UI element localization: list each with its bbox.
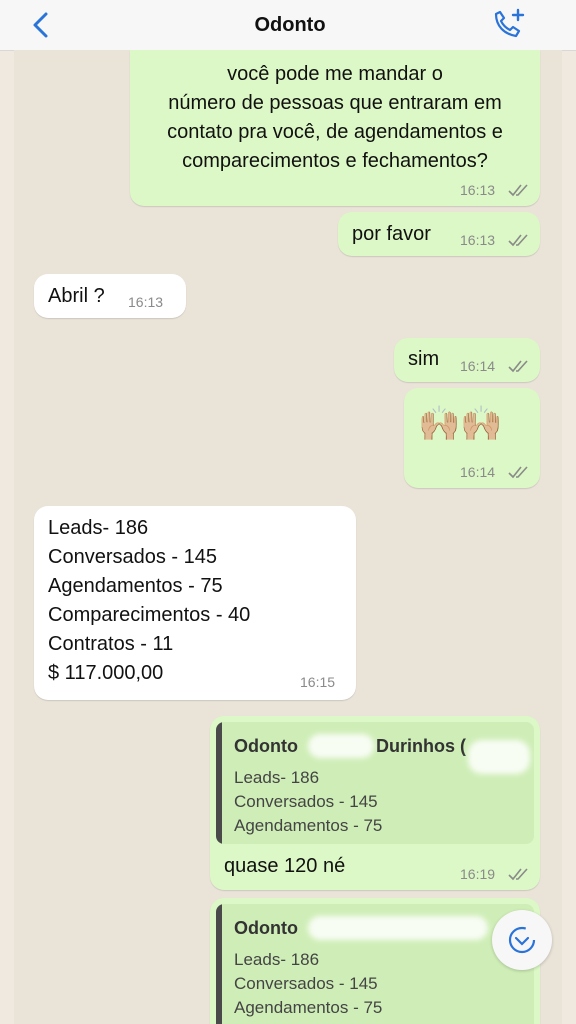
chat-area[interactable]: você pode me mandar o número de pessoas … xyxy=(14,50,562,1024)
message-line: Conversados - 145 xyxy=(48,546,217,568)
incoming-message[interactable]: Abril ? 16:13 xyxy=(34,274,186,318)
outgoing-message[interactable]: Odonto Leads- 186 Conversados - 145 Agen… xyxy=(210,898,540,1024)
scroll-down-button[interactable] xyxy=(492,910,552,970)
message-line: Agendamentos - 75 xyxy=(48,575,223,597)
quote-line: Leads- 186 xyxy=(234,950,320,969)
scroll-down-icon xyxy=(508,926,536,954)
message-time: 16:13 xyxy=(460,232,496,248)
quoted-message[interactable]: Odonto Leads- 186 Conversados - 145 Agen… xyxy=(216,904,534,1024)
contact-name[interactable]: Odonto xyxy=(100,10,480,40)
quote-bar xyxy=(216,904,222,1024)
outgoing-message[interactable]: Odonto Durinhos ( Leads- 186 Conversados… xyxy=(210,716,540,890)
outgoing-message[interactable]: por favor 16:13 xyxy=(338,212,540,256)
message-time: 16:13 xyxy=(460,182,496,198)
redaction xyxy=(308,734,374,758)
message-line: Comparecimentos - 40 xyxy=(48,604,251,626)
redaction xyxy=(468,740,530,774)
read-ticks-icon xyxy=(508,466,528,479)
read-ticks-icon xyxy=(508,868,528,881)
message-text: por favor xyxy=(352,223,431,245)
message-text: sim xyxy=(408,348,440,370)
quote-line: Agendamentos - 75 xyxy=(234,816,383,835)
read-ticks-icon xyxy=(508,360,528,373)
quote-line: Leads- 186 xyxy=(234,768,320,787)
read-ticks-icon xyxy=(508,184,528,197)
chat-header: Odonto xyxy=(0,0,576,51)
message-time: 16:13 xyxy=(128,294,164,310)
chevron-left-icon[interactable] xyxy=(28,10,56,40)
emoji-message: 🙌🏼🙌🏼 xyxy=(418,405,503,443)
read-ticks-icon xyxy=(508,234,528,247)
message-time: 16:15 xyxy=(300,674,336,690)
quote-title: Odonto xyxy=(234,918,298,938)
message-line: comparecimentos e fechamentos? xyxy=(182,150,488,172)
redaction xyxy=(308,916,488,940)
quote-line: Agendamentos - 75 xyxy=(234,998,383,1017)
message-time: 16:14 xyxy=(460,358,496,374)
outgoing-message[interactable]: 🙌🏼🙌🏼 16:14 xyxy=(404,388,540,488)
message-line: número de pessoas que entraram em xyxy=(168,92,502,114)
quote-line: Conversados - 145 xyxy=(234,792,378,811)
quoted-message[interactable]: Odonto Durinhos ( Leads- 186 Conversados… xyxy=(216,722,534,844)
message-line: você pode me mandar o xyxy=(227,63,443,85)
add-call-icon[interactable] xyxy=(488,6,528,42)
message-line: contato pra você, de agendamentos e xyxy=(167,121,503,143)
quote-title: Odonto xyxy=(234,736,298,756)
outgoing-message[interactable]: você pode me mandar o número de pessoas … xyxy=(130,50,540,206)
message-time: 16:14 xyxy=(460,464,496,480)
quote-line: Conversados - 145 xyxy=(234,974,378,993)
quote-bar xyxy=(216,722,222,844)
quote-title-tail: Durinhos ( xyxy=(376,736,466,756)
message-text: Abril ? xyxy=(48,285,105,307)
message-line: Leads- 186 xyxy=(48,517,149,539)
outgoing-message[interactable]: sim 16:14 xyxy=(394,338,540,382)
message-time: 16:19 xyxy=(460,866,496,882)
message-line: Contratos - 11 xyxy=(48,633,174,655)
message-text: quase 120 né xyxy=(224,855,346,877)
incoming-message[interactable]: Leads- 186 Conversados - 145 Agendamento… xyxy=(34,506,356,700)
